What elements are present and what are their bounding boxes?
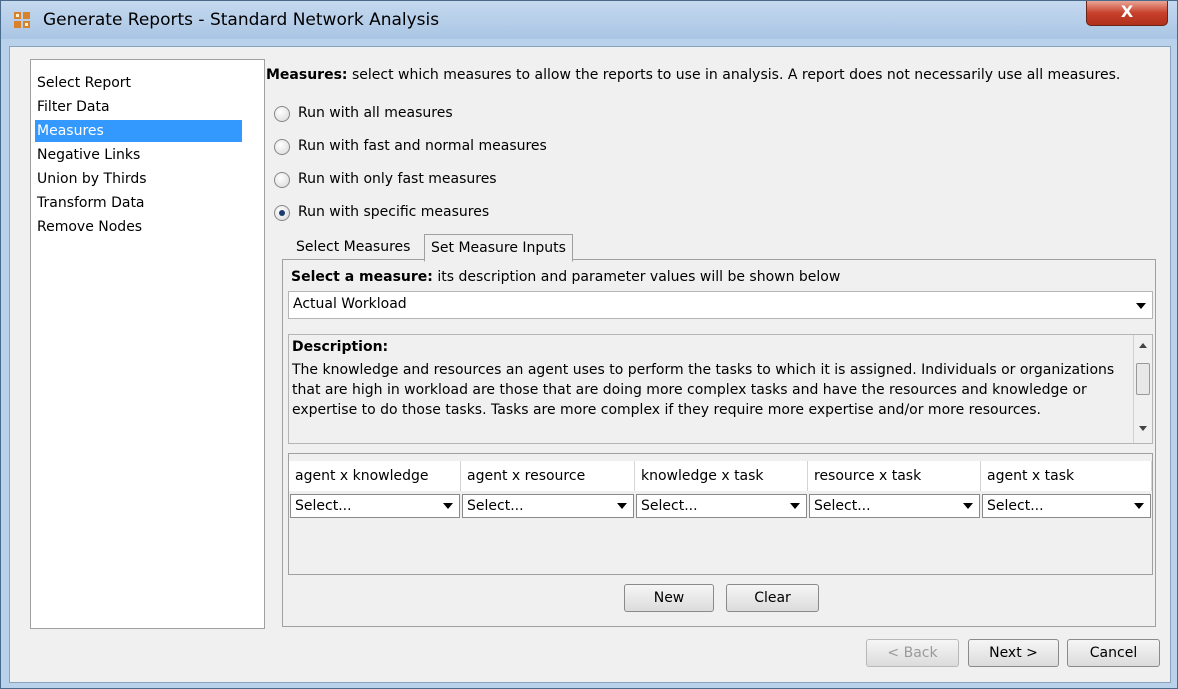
chevron-down-icon[interactable] bbox=[1136, 303, 1146, 309]
resource-task-value: Select... bbox=[814, 498, 871, 514]
column-header-knowledge-task: knowledge x task bbox=[635, 461, 808, 491]
column-header-resource-task: resource x task bbox=[808, 461, 981, 491]
radio-fast-normal-measures[interactable] bbox=[274, 139, 290, 155]
close-button[interactable]: X bbox=[1086, 1, 1168, 26]
agent-task-value: Select... bbox=[987, 498, 1044, 514]
description-title: Description: bbox=[292, 339, 389, 355]
app-icon bbox=[14, 12, 30, 28]
agent-task-dropdown[interactable]: Select... bbox=[982, 494, 1151, 518]
radio-all-measures-label[interactable]: Run with all measures bbox=[298, 105, 453, 121]
clear-button[interactable]: Clear bbox=[726, 584, 819, 612]
knowledge-task-value: Select... bbox=[641, 498, 698, 514]
agent-resource-dropdown[interactable]: Select... bbox=[462, 494, 634, 518]
step-item-measures[interactable]: Measures bbox=[35, 120, 242, 142]
radio-fast-measures-label[interactable]: Run with only fast measures bbox=[298, 171, 497, 187]
radio-all-measures[interactable] bbox=[274, 106, 290, 122]
radio-specific-measures[interactable] bbox=[274, 205, 290, 221]
measures-heading-bold: Measures: bbox=[266, 67, 348, 83]
title-bar[interactable]: Generate Reports - Standard Network Anal… bbox=[1, 1, 1177, 39]
scroll-up-icon[interactable] bbox=[1139, 343, 1147, 348]
radio-fast-normal-measures-label[interactable]: Run with fast and normal measures bbox=[298, 138, 547, 154]
agent-resource-value: Select... bbox=[467, 498, 524, 514]
tab-select-measures[interactable]: Select Measures bbox=[290, 234, 416, 260]
step-item-transform-data[interactable]: Transform Data bbox=[35, 192, 242, 214]
column-header-agent-task: agent x task bbox=[981, 461, 1152, 491]
column-header-agent-knowledge: agent x knowledge bbox=[289, 461, 461, 491]
measure-dropdown-value: Actual Workload bbox=[293, 296, 407, 312]
next-button[interactable]: Next > bbox=[968, 639, 1059, 667]
column-header-agent-resource: agent x resource bbox=[461, 461, 635, 491]
step-item-negative-links[interactable]: Negative Links bbox=[35, 144, 242, 166]
agent-knowledge-value: Select... bbox=[295, 498, 352, 514]
back-button[interactable]: < Back bbox=[866, 639, 959, 667]
window-title: Generate Reports - Standard Network Anal… bbox=[43, 10, 440, 30]
knowledge-task-dropdown[interactable]: Select... bbox=[636, 494, 807, 518]
report-window: Generate Reports - Standard Network Anal… bbox=[0, 0, 1178, 689]
measure-dropdown[interactable]: Actual Workload bbox=[288, 291, 1153, 319]
step-item-union-by-thirds[interactable]: Union by Thirds bbox=[35, 168, 242, 190]
description-scrollbar[interactable] bbox=[1133, 335, 1152, 443]
step-list: Select Report Filter Data Measures Negat… bbox=[30, 59, 265, 629]
chevron-down-icon[interactable] bbox=[1134, 503, 1144, 509]
tab-set-measure-inputs[interactable]: Set Measure Inputs bbox=[424, 234, 573, 262]
measures-heading-text: select which measures to allow the repor… bbox=[347, 67, 1121, 83]
step-item-remove-nodes[interactable]: Remove Nodes bbox=[35, 216, 242, 238]
radio-specific-measures-label[interactable]: Run with specific measures bbox=[298, 204, 489, 220]
radio-fast-measures[interactable] bbox=[274, 172, 290, 188]
select-measure-heading-text: its description and parameter values wil… bbox=[432, 269, 841, 285]
chevron-down-icon[interactable] bbox=[790, 503, 800, 509]
agent-knowledge-dropdown[interactable]: Select... bbox=[290, 494, 460, 518]
description-text: The knowledge and resources an agent use… bbox=[292, 362, 1115, 418]
select-measure-heading: Select a measure: its description and pa… bbox=[291, 269, 840, 285]
chevron-down-icon[interactable] bbox=[443, 503, 453, 509]
step-item-select-report[interactable]: Select Report bbox=[35, 72, 242, 94]
measures-heading: Measures: select which measures to allow… bbox=[266, 67, 1120, 83]
dialog-body: Select Report Filter Data Measures Negat… bbox=[9, 46, 1171, 683]
select-measure-heading-bold: Select a measure: bbox=[291, 269, 433, 285]
new-button[interactable]: New bbox=[624, 584, 714, 612]
measure-inputs-grid: agent x knowledge agent x resource knowl… bbox=[288, 453, 1153, 575]
scroll-down-icon[interactable] bbox=[1139, 426, 1147, 431]
step-item-filter-data[interactable]: Filter Data bbox=[35, 96, 242, 118]
chevron-down-icon[interactable] bbox=[963, 503, 973, 509]
cancel-button[interactable]: Cancel bbox=[1067, 639, 1160, 667]
resource-task-dropdown[interactable]: Select... bbox=[809, 494, 980, 518]
scroll-thumb[interactable] bbox=[1136, 363, 1150, 395]
description-panel: Description: The knowledge and resources… bbox=[288, 334, 1153, 444]
chevron-down-icon[interactable] bbox=[617, 503, 627, 509]
